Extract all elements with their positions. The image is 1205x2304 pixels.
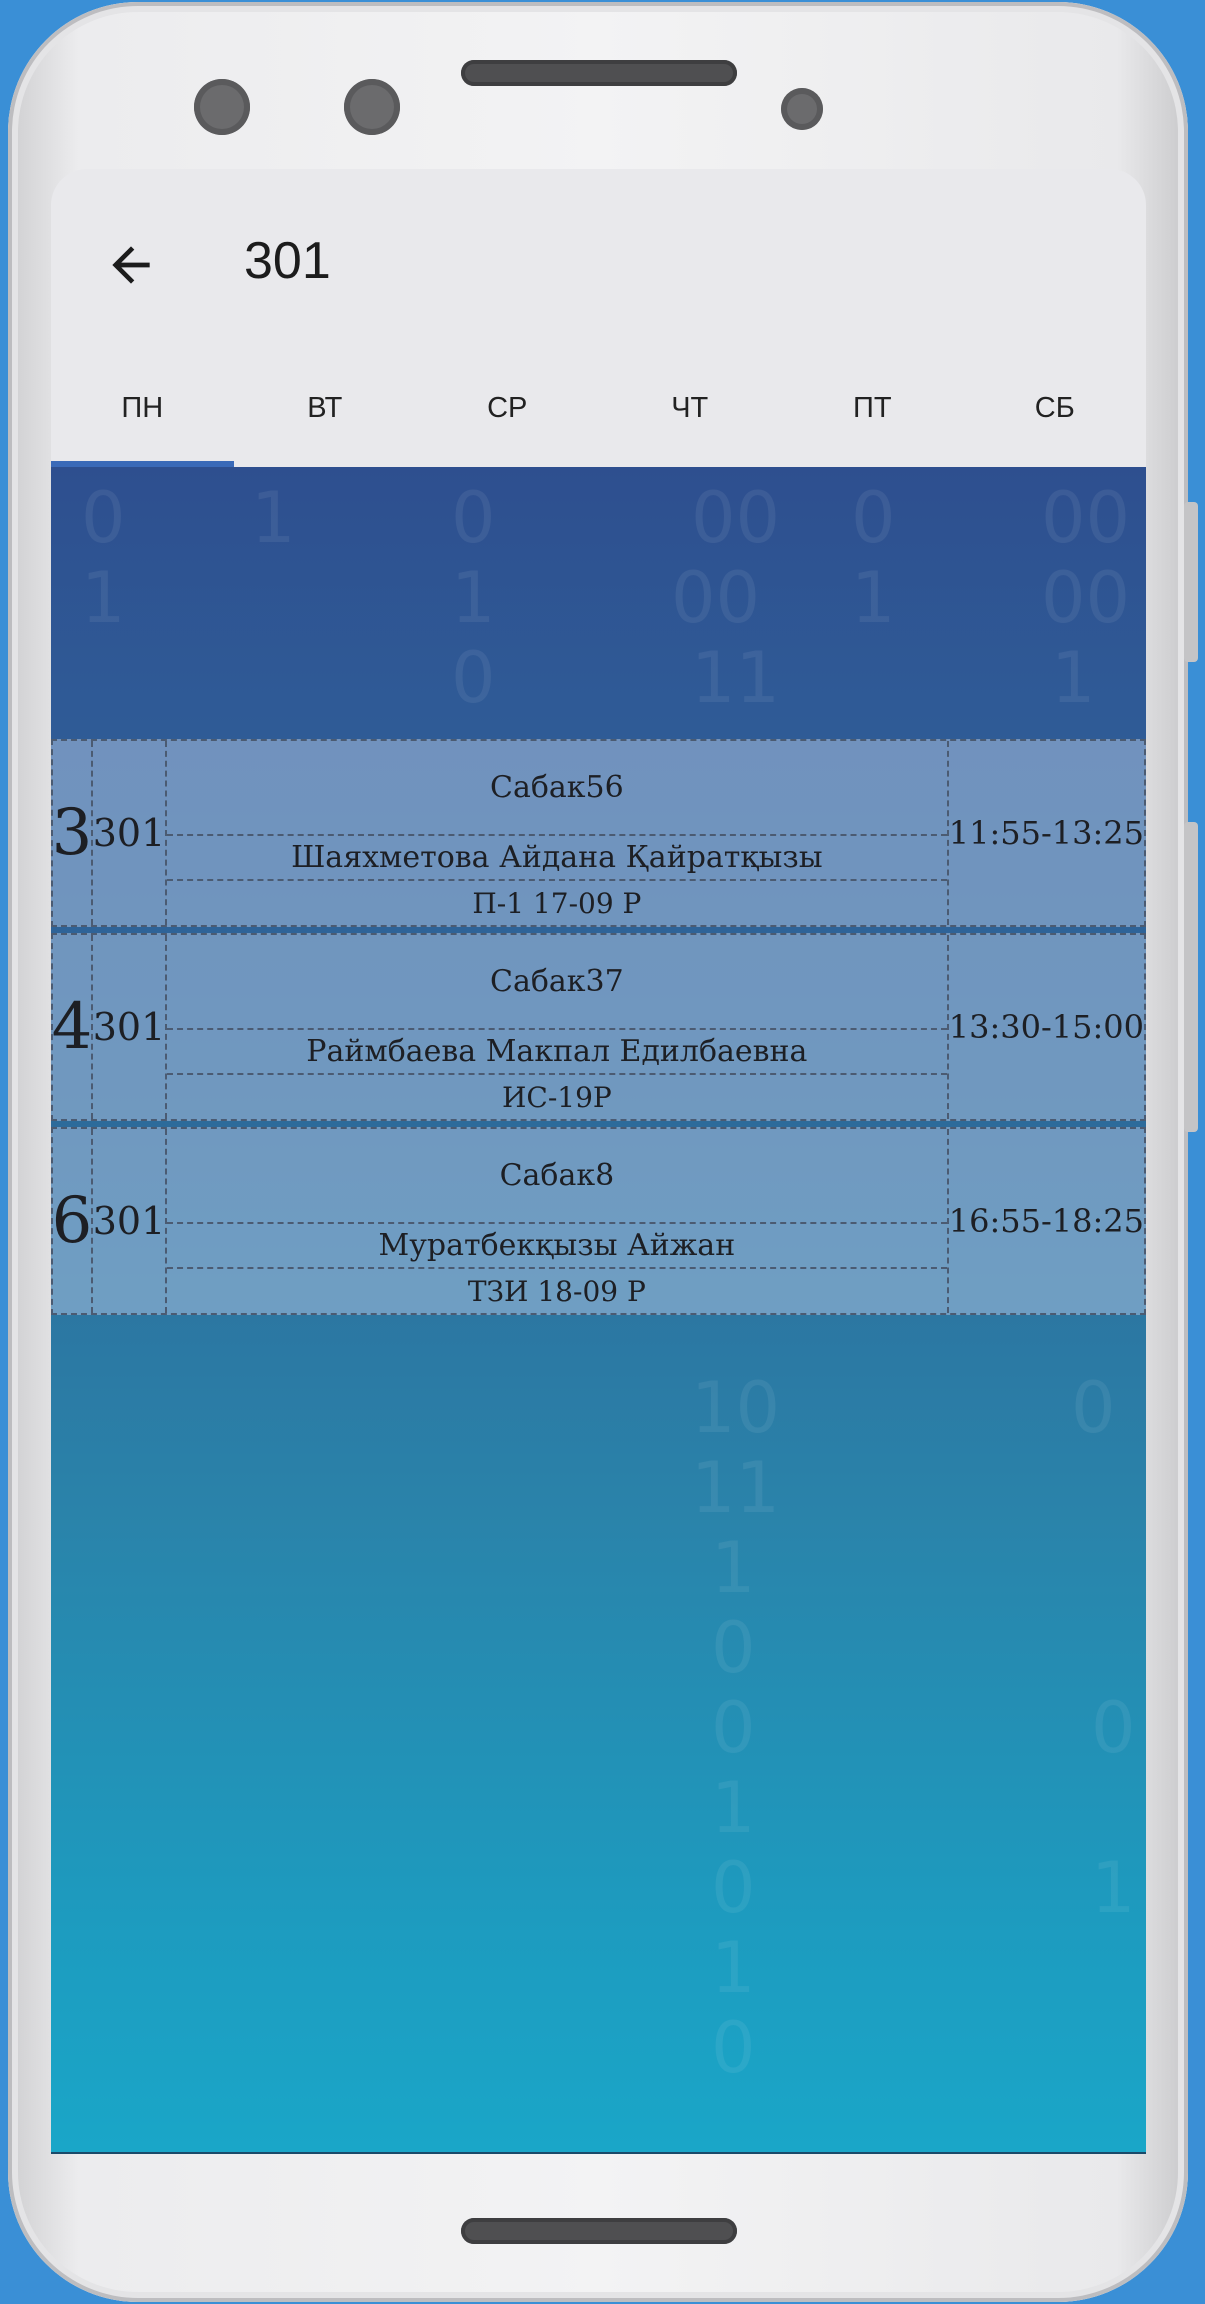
teacher-name: Шаяхметова Айдана Қайратқызы [167,836,947,882]
sensor-icon [344,79,400,135]
lesson-details: Сабак56 Шаяхметова Айдана Қайратқызы П-1… [167,741,949,925]
list-item[interactable]: 3 301 Сабак56 Шаяхметова Айдана Қайратқы… [51,739,1146,927]
lesson-time: 13:30-15:00 [948,1008,1144,1046]
tab-monday[interactable]: ПН [51,349,234,467]
tab-label: ВТ [307,391,343,424]
app-bar: 301 [51,169,1146,349]
tab-label: ПТ [852,391,892,424]
list-item[interactable]: 4 301 Сабак37 Раймбаева Макпал Едилбаевн… [51,933,1146,1121]
lesson-time: 16:55-18:25 [948,1202,1144,1240]
camera-icon [194,79,250,135]
schedule-list: 3 301 Сабак56 Шаяхметова Айдана Қайратқы… [51,739,1146,1321]
tab-tuesday[interactable]: ВТ [234,349,417,467]
app-screen: 301 ПН ВТ СР ЧТ ПТ СБ 0 1 0 00 0 00 1 1 … [51,169,1146,2153]
group-name: П-1 17-09 Р [472,886,642,920]
tab-wednesday[interactable]: СР [416,349,599,467]
teacher-name: Муратбекқызы Айжан [167,1224,947,1270]
tab-label: ЧТ [671,391,709,424]
tab-saturday[interactable]: СБ [964,349,1147,467]
lesson-details: Сабак8 Муратбекқызы Айжан ТЗИ 18-09 Р [167,1129,949,1313]
page-title: 301 [244,232,331,290]
lesson-number: 6 [52,1129,93,1313]
subject-name: Сабак8 [167,1129,947,1224]
arrow-back-icon[interactable] [103,237,159,293]
lesson-number: 4 [52,935,93,1119]
room-number: 301 [93,935,167,1119]
subject-name: Сабак56 [167,741,947,836]
tab-friday[interactable]: ПТ [781,349,964,467]
group-name: ТЗИ 18-09 Р [467,1274,646,1308]
tab-label: СР [487,391,528,424]
room-number: 301 [93,741,167,925]
proximity-sensor-icon [781,88,823,130]
group-name: ИС-19Р [501,1080,612,1114]
day-tabs: ПН ВТ СР ЧТ ПТ СБ [51,349,1146,467]
lesson-details: Сабак37 Раймбаева Макпал Едилбаевна ИС-1… [167,935,949,1119]
tab-label: СБ [1034,391,1075,424]
volume-button [1184,502,1198,662]
teacher-name: Раймбаева Макпал Едилбаевна [167,1030,947,1076]
room-number: 301 [93,1129,167,1313]
lesson-time: 11:55-13:25 [948,814,1144,852]
subject-name: Сабак37 [167,935,947,1030]
earpiece-speaker [461,60,737,86]
bottom-speaker [461,2218,737,2244]
list-item[interactable]: 6 301 Сабак8 Муратбекқызы Айжан ТЗИ 18-0… [51,1127,1146,1315]
lesson-number: 3 [52,741,93,925]
tab-label: ПН [121,391,164,424]
schedule-content[interactable]: 0 1 0 00 0 00 1 1 00 1 00 0 11 1 10 0 11… [51,467,1146,2153]
screen-bottom-edge [51,2152,1146,2154]
power-button [1184,822,1198,1132]
tab-thursday[interactable]: ЧТ [599,349,782,467]
